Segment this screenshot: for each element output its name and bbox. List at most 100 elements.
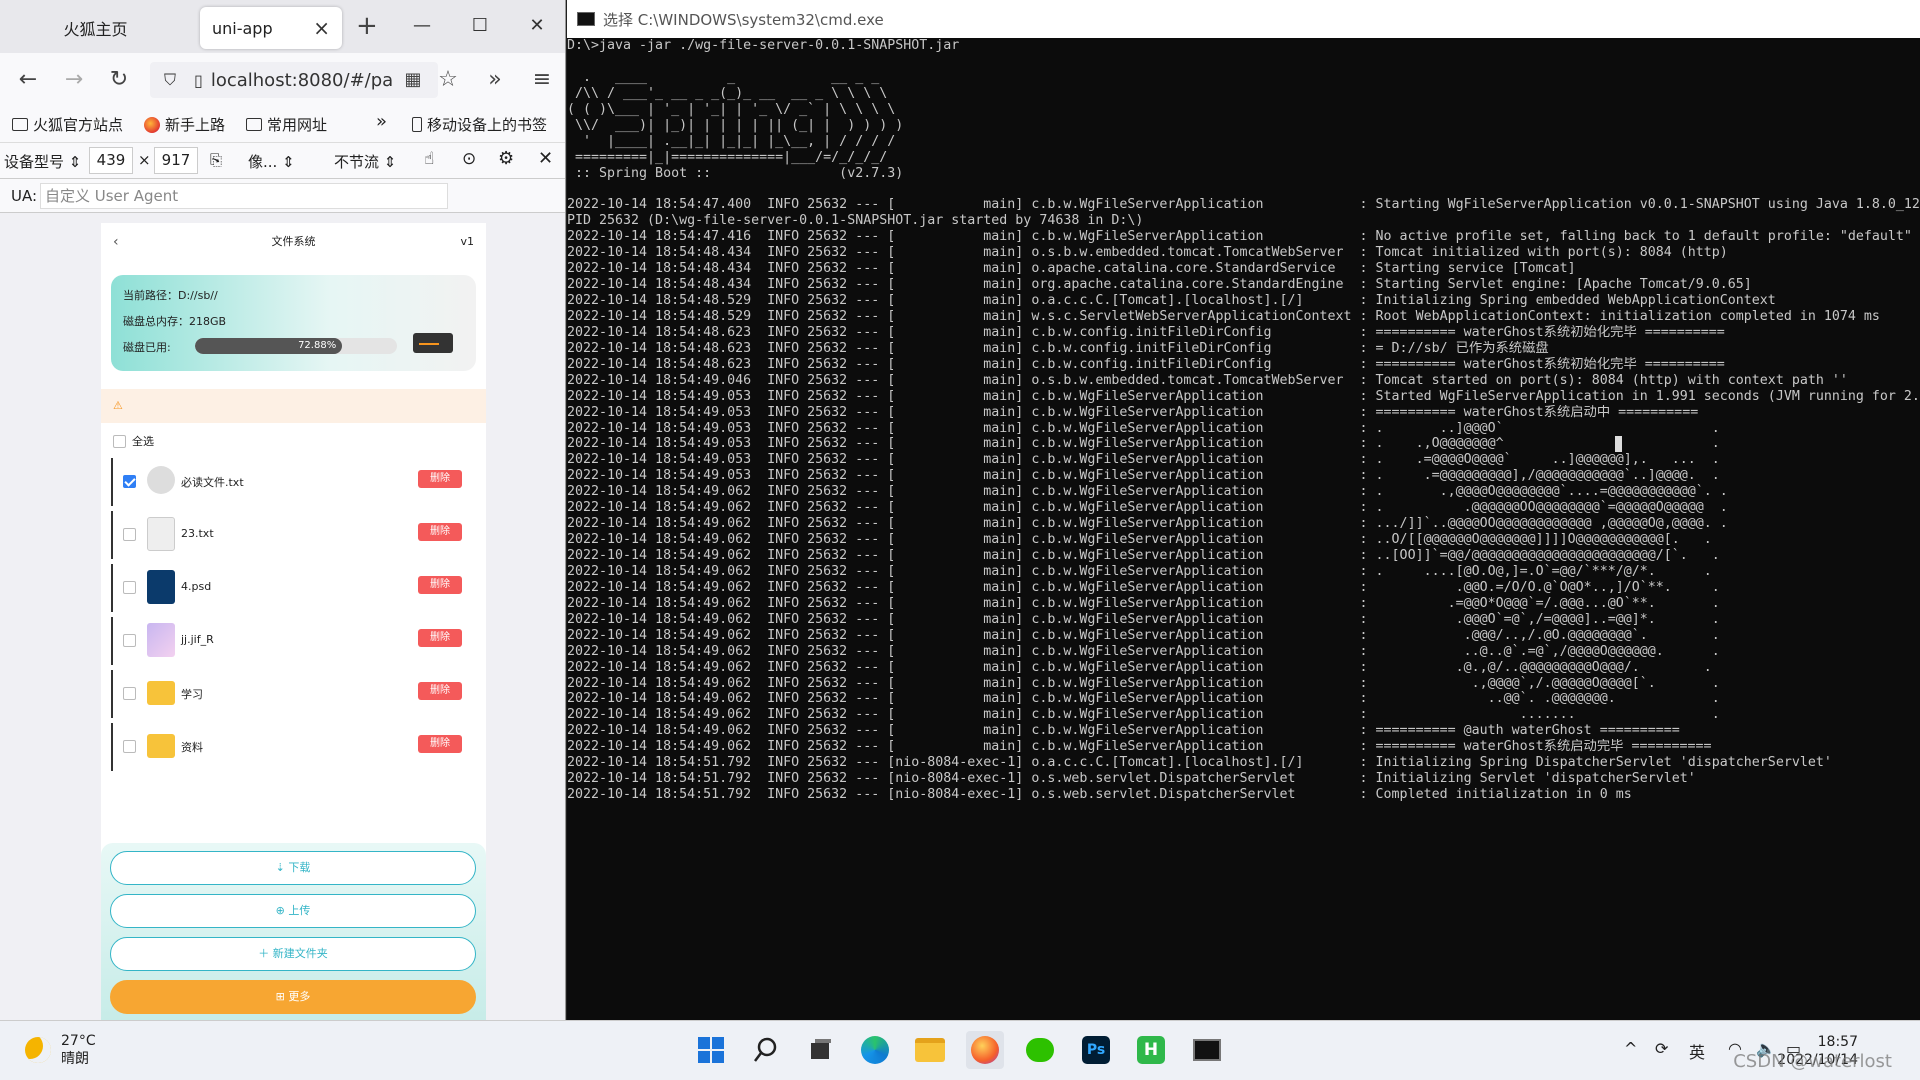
bookmarks-bar: 火狐官方站点 新手上路 常用网址 » 移动设备上的书签 <box>0 105 565 143</box>
bookmarks-overflow-icon[interactable]: » <box>376 111 387 132</box>
terminal-line: 2022-10-14 18:54:51.792 INFO 25632 --- [… <box>567 787 1632 803</box>
terminal-line: 2022-10-14 18:54:47.400 INFO 25632 --- [… <box>567 197 1920 213</box>
user-agent-input[interactable]: 自定义 User Agent <box>40 183 448 209</box>
notice-icon: ⚠ <box>113 399 123 412</box>
delete-button[interactable]: 删除 <box>418 470 462 488</box>
terminal-line: 2022-10-14 18:54:49.062 INFO 25632 --- [… <box>567 723 1680 739</box>
select-all-checkbox[interactable] <box>113 434 126 448</box>
tab-label: 火狐主页 <box>63 20 128 39</box>
close-window-button[interactable]: ✕ <box>525 12 549 40</box>
delete-button[interactable]: 删除 <box>418 629 462 647</box>
file-name: 学习 <box>181 688 203 701</box>
file-checkbox[interactable] <box>123 581 136 594</box>
terminal-line: 2022-10-14 18:54:49.053 INFO 25632 --- [… <box>567 420 1720 436</box>
weather-widget[interactable]: 27°C 晴朗 <box>25 1032 96 1068</box>
terminal-output[interactable]: D:\>java -jar ./wg-file-server-0.0.1-SNA… <box>567 38 1920 1020</box>
terminal-icon[interactable] <box>1188 1031 1226 1069</box>
tab-uni-app[interactable]: uni-app × <box>200 7 342 49</box>
wechat-icon[interactable] <box>1021 1031 1059 1069</box>
hbuilder-icon[interactable]: H <box>1132 1031 1170 1069</box>
overflow-chevron-icon[interactable]: » <box>481 65 509 93</box>
ime-indicator[interactable]: 英 <box>1689 1039 1705 1063</box>
file-row[interactable]: 学习 删除 <box>111 670 476 718</box>
chevron-up-icon[interactable]: ^ <box>1624 1039 1637 1058</box>
rotate-icon[interactable]: ⎘ <box>210 151 222 169</box>
touch-icon[interactable]: ☝ <box>424 149 434 169</box>
file-row[interactable]: jj.jif_R 删除 <box>111 617 476 665</box>
bookmark-firefox-official[interactable]: 火狐官方站点 <box>12 114 123 135</box>
terminal-line: 2022-10-14 18:54:49.062 INFO 25632 --- [… <box>567 675 1720 691</box>
page-icon: ▯ <box>194 70 203 90</box>
terminal-line: 2022-10-14 18:54:49.062 INFO 25632 --- [… <box>567 548 1720 563</box>
task-view-icon[interactable] <box>801 1031 839 1069</box>
file-checkbox[interactable] <box>123 740 136 753</box>
qr-code-icon[interactable]: ▦ <box>399 65 427 93</box>
photoshop-icon[interactable]: Ps <box>1077 1031 1115 1069</box>
bookmark-label: 新手上路 <box>165 116 226 134</box>
star-icon[interactable]: ☆ <box>434 65 462 93</box>
delete-button[interactable]: 删除 <box>418 523 462 541</box>
more-button[interactable]: ⊞ 更多 <box>110 980 476 1014</box>
bookmark-common-sites[interactable]: 常用网址 <box>246 114 327 135</box>
file-row[interactable]: 23.txt 删除 <box>111 511 476 559</box>
dpr-select[interactable]: 像... ⇕ <box>248 151 295 172</box>
throttle-select[interactable]: 不节流 ⇕ <box>334 151 396 172</box>
terminal-line: 2022-10-14 18:54:49.062 INFO 25632 --- [… <box>567 643 1720 659</box>
file-row[interactable]: 必读文件.txt 删除 <box>111 458 476 506</box>
delete-button[interactable]: 删除 <box>418 576 462 594</box>
terminal-line: 2022-10-14 18:54:49.053 INFO 25632 --- [… <box>567 388 1920 404</box>
file-row[interactable]: 资料 删除 <box>111 723 476 771</box>
url-bar[interactable]: ⛉ ▯ localhost:8080/#/pa <box>150 62 438 98</box>
terminal-line: 2022-10-14 18:54:48.434 INFO 25632 --- [… <box>567 261 1576 277</box>
minimize-button[interactable]: — <box>410 12 434 40</box>
close-icon[interactable]: ✕ <box>538 148 553 169</box>
camera-icon[interactable]: ⊙ <box>462 149 476 169</box>
firefox-icon[interactable] <box>966 1031 1004 1069</box>
bookmark-getting-started[interactable]: 新手上路 <box>144 114 225 135</box>
download-button[interactable]: ⇣ 下载 <box>110 851 476 885</box>
delete-button[interactable]: 删除 <box>418 735 462 753</box>
terminal-line: 2022-10-14 18:54:49.062 INFO 25632 --- [… <box>567 563 1712 579</box>
menu-icon[interactable]: ≡ <box>528 65 556 93</box>
tab-firefox-home[interactable]: 火狐主页 <box>8 7 183 49</box>
bookmark-mobile[interactable]: 移动设备上的书签 <box>412 114 547 135</box>
file-row[interactable]: 4.psd 删除 <box>111 564 476 612</box>
upload-button[interactable]: ⊕ 上传 <box>110 894 476 928</box>
close-tab-icon[interactable]: × <box>313 16 330 40</box>
select-all-label: 全选 <box>132 435 154 448</box>
viewport-width-input[interactable]: 439 <box>89 147 133 174</box>
device-select[interactable]: 设备型号 ⇕ <box>4 151 81 172</box>
terminal-line: 2022-10-14 18:54:49.046 INFO 25632 --- [… <box>567 372 1848 388</box>
terminal-line: 2022-10-14 18:54:48.623 INFO 25632 --- [… <box>567 340 1549 356</box>
forward-arrow-icon[interactable]: → <box>60 65 88 93</box>
maximize-button[interactable]: ☐ <box>468 12 492 40</box>
file-checkbox[interactable] <box>123 475 136 488</box>
terminal-line: 2022-10-14 18:54:49.062 INFO 25632 --- [… <box>567 627 1720 643</box>
terminal-line: 2022-10-14 18:54:49.062 INFO 25632 --- [… <box>567 595 1720 611</box>
device-select-label: 设备型号 <box>4 153 65 171</box>
back-chevron-icon[interactable]: ‹ <box>113 223 119 261</box>
sync-icon[interactable]: ⟳ <box>1655 1039 1668 1058</box>
viewport-height-input[interactable]: 917 <box>154 147 198 174</box>
file-checkbox[interactable] <box>123 528 136 541</box>
new-tab-button[interactable]: + <box>356 10 378 42</box>
file-name: 资料 <box>181 741 203 754</box>
gear-icon[interactable]: ⚙ <box>498 148 514 169</box>
back-arrow-icon[interactable]: ← <box>14 65 42 93</box>
file-explorer-icon[interactable] <box>911 1031 949 1069</box>
delete-button[interactable]: 删除 <box>418 682 462 700</box>
new-folder-button[interactable]: ＋ 新建文件夹 <box>110 937 476 971</box>
edge-icon[interactable] <box>856 1031 894 1069</box>
shield-icon[interactable]: ⛉ <box>164 70 176 90</box>
file-checkbox[interactable] <box>123 634 136 647</box>
start-icon[interactable] <box>692 1031 730 1069</box>
file-name: 23.txt <box>181 527 214 540</box>
file-checkbox[interactable] <box>123 687 136 700</box>
select-all[interactable]: 全选 <box>113 433 154 449</box>
terminal-line: 2022-10-14 18:54:48.529 INFO 25632 --- [… <box>567 308 1880 324</box>
reload-icon[interactable]: ↻ <box>105 65 133 93</box>
search-icon[interactable] <box>747 1031 785 1069</box>
user-agent-bar: UA: 自定义 User Agent <box>0 179 565 213</box>
file-name: jj.jif_R <box>181 633 214 646</box>
